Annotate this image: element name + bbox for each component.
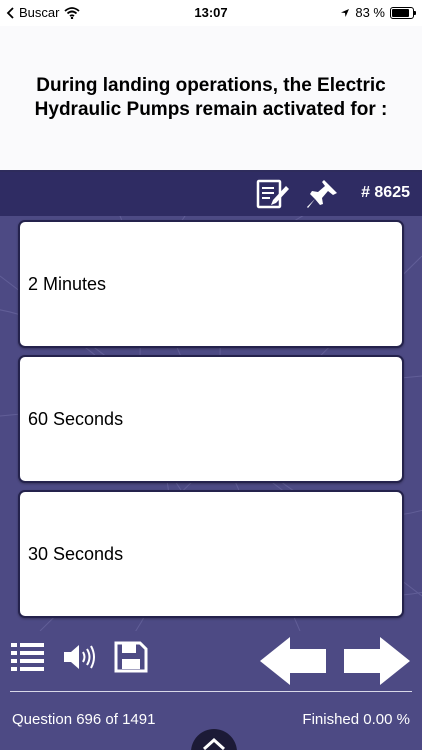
previous-arrow-icon[interactable] bbox=[258, 635, 328, 687]
next-arrow-icon[interactable] bbox=[342, 635, 412, 687]
battery-fill bbox=[392, 8, 409, 17]
status-right: 83 % bbox=[340, 5, 416, 20]
pin-icon[interactable] bbox=[305, 178, 339, 210]
chevron-up-icon bbox=[202, 737, 226, 750]
location-arrow-icon bbox=[341, 8, 350, 17]
divider bbox=[10, 691, 412, 692]
answer-option-1[interactable]: 2 Minutes bbox=[18, 220, 404, 348]
question-list-icon[interactable] bbox=[10, 639, 46, 675]
question-text: During landing operations, the Electric … bbox=[34, 75, 388, 120]
question-progress: Question 696 of 1491 bbox=[12, 711, 156, 728]
save-icon[interactable] bbox=[114, 641, 148, 673]
notes-icon[interactable] bbox=[256, 178, 290, 210]
answer-option-3[interactable]: 30 Seconds bbox=[18, 490, 404, 618]
answer-option-2[interactable]: 60 Seconds bbox=[18, 355, 404, 483]
speaker-icon[interactable] bbox=[62, 641, 96, 673]
status-bar: Buscar 13:07 83 % bbox=[0, 0, 422, 26]
question-toolbar: # 8625 bbox=[0, 172, 422, 216]
battery-icon bbox=[390, 6, 416, 19]
bottom-controls: Question 696 of 1491 Finished 0.00 % bbox=[0, 631, 422, 750]
question-panel: During landing operations, the Electric … bbox=[0, 26, 422, 172]
finished-percent: Finished 0.00 % bbox=[302, 711, 410, 728]
expand-menu-button[interactable] bbox=[191, 729, 237, 750]
battery-percent: 83 % bbox=[355, 5, 385, 20]
answers-panel: 2 Minutes 60 Seconds 30 Seconds bbox=[0, 216, 422, 631]
question-number: # 8625 bbox=[361, 184, 410, 201]
